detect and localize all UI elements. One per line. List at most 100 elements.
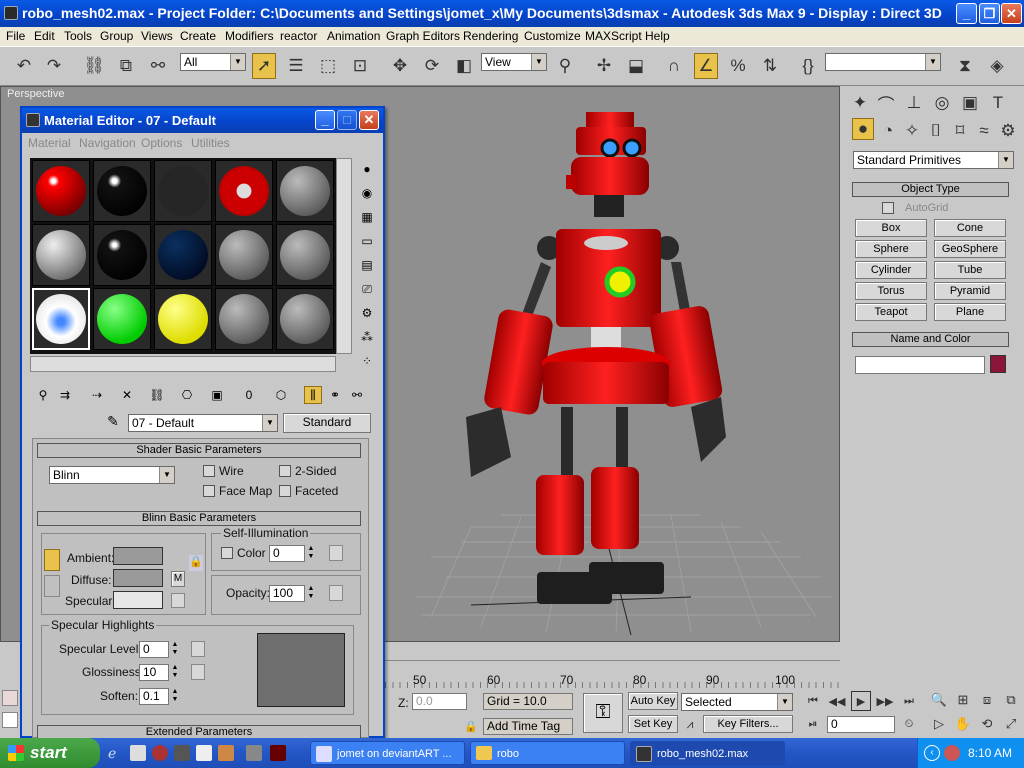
material-editor-close-button[interactable]: ✕ xyxy=(359,110,379,130)
quicklaunch-app-icon[interactable] xyxy=(270,745,286,761)
scale-icon[interactable]: ◧ xyxy=(452,53,476,79)
material-slot[interactable] xyxy=(93,288,151,350)
quicklaunch-app-icon[interactable] xyxy=(196,745,212,761)
glossiness-map-button[interactable] xyxy=(191,664,205,680)
glossiness-spinner[interactable]: ▲ ▼ xyxy=(170,664,180,681)
unlink-icon[interactable]: ⧉ xyxy=(114,53,138,79)
faceted-checkbox[interactable] xyxy=(279,485,291,497)
material-editor-maximize-button[interactable]: □ xyxy=(337,110,357,130)
key-filters-button[interactable]: Key Filters... xyxy=(703,715,793,733)
material-slot[interactable] xyxy=(154,224,212,286)
menu-animation[interactable]: Animation xyxy=(327,29,380,43)
make-unique-icon[interactable]: ⛓ xyxy=(148,386,166,404)
show-desktop-icon[interactable] xyxy=(130,745,146,761)
material-slot-active[interactable] xyxy=(32,288,90,350)
material-effects-channel-icon[interactable]: ▣ xyxy=(208,386,226,404)
previous-frame-icon[interactable]: ◀◀ xyxy=(827,691,847,711)
maxscript-mini-listener[interactable] xyxy=(2,712,18,728)
shapes-icon[interactable]: ◔ xyxy=(876,118,900,144)
get-material-icon[interactable]: ⚲ xyxy=(34,386,52,404)
lock-icon[interactable]: 🔒 xyxy=(189,555,203,571)
material-slot[interactable] xyxy=(276,288,334,350)
align-icon[interactable]: ◈ xyxy=(985,53,1009,79)
percent-snap-icon[interactable]: % xyxy=(726,53,750,79)
bind-space-warp-icon[interactable]: ⚯ xyxy=(146,53,170,79)
play-icon[interactable]: ▶ xyxy=(851,691,871,711)
angle-snap-icon[interactable]: ∠ xyxy=(694,53,718,79)
undo-icon[interactable]: ↶ xyxy=(12,53,36,79)
face-map-checkbox[interactable] xyxy=(203,485,215,497)
z-coordinate-field[interactable]: 0.0 xyxy=(412,693,467,710)
close-button[interactable]: ✕ xyxy=(1001,3,1022,24)
material-slot[interactable] xyxy=(215,288,273,350)
material-slot[interactable] xyxy=(276,224,334,286)
rotate-icon[interactable]: ⟳ xyxy=(420,53,444,79)
default-tangent-icon[interactable]: ⩘ xyxy=(681,714,699,734)
menu-modifiers[interactable]: Modifiers xyxy=(225,29,274,43)
move-icon[interactable]: ✥ xyxy=(388,53,412,79)
tray-app-icon[interactable] xyxy=(944,745,960,761)
object-type-rollout[interactable]: Object Type xyxy=(852,182,1009,197)
go-to-parent-icon[interactable]: ⫼ xyxy=(304,386,322,404)
minimize-button[interactable]: _ xyxy=(956,3,977,24)
key-mode-dropdown[interactable]: Selected ▼ xyxy=(681,693,793,711)
pick-material-icon[interactable]: ⚯ xyxy=(348,386,366,404)
backlight-icon[interactable]: ◉ xyxy=(358,184,376,202)
utilities-tab-icon[interactable]: T xyxy=(986,90,1010,116)
shader-basic-rollout[interactable]: Shader Basic Parameters xyxy=(37,443,361,458)
auto-key-button[interactable]: Auto Key xyxy=(628,692,678,710)
key-mode-toggle-icon[interactable]: ⏯ xyxy=(803,714,823,734)
rectangular-selection-icon[interactable]: ⬚ xyxy=(316,53,340,79)
named-selection-dropdown[interactable]: ▼ xyxy=(825,53,941,71)
teapot-button[interactable]: Teapot xyxy=(855,303,927,321)
taskbar-item-browser[interactable]: jomet on deviantART ... xyxy=(310,741,465,765)
menu-material[interactable]: Material xyxy=(28,136,71,150)
clock[interactable]: 8:10 AM xyxy=(968,746,1012,760)
material-slot[interactable] xyxy=(32,160,90,222)
go-to-start-icon[interactable]: ⏮ xyxy=(803,691,823,711)
menu-help[interactable]: Help xyxy=(645,29,670,43)
space-warps-icon[interactable]: ≈ xyxy=(972,118,996,144)
internet-explorer-icon[interactable]: ℯ xyxy=(108,745,124,761)
reset-map-icon[interactable]: ✕ xyxy=(118,386,136,404)
menu-create[interactable]: Create xyxy=(180,29,216,43)
next-frame-icon[interactable]: ▶▶ xyxy=(875,691,895,711)
field-of-view-icon[interactable]: ▷ xyxy=(929,714,949,734)
put-to-library-icon[interactable]: ⎔ xyxy=(178,386,196,404)
material-slot[interactable] xyxy=(32,224,90,286)
menu-reactor[interactable]: reactor xyxy=(280,29,317,43)
timeline-ruler[interactable]: 50 60 70 80 90 100 xyxy=(385,660,840,688)
cylinder-button[interactable]: Cylinder xyxy=(855,261,927,279)
pivot-center-icon[interactable]: ⚲ xyxy=(553,53,577,79)
box-button[interactable]: Box xyxy=(855,219,927,237)
pan-icon[interactable]: ✋ xyxy=(953,714,973,734)
start-button[interactable]: start xyxy=(0,738,100,768)
quicklaunch-app-icon[interactable] xyxy=(174,745,190,761)
menu-file[interactable]: File xyxy=(6,29,25,43)
select-by-material-icon[interactable]: ⁂ xyxy=(358,328,376,346)
cone-button[interactable]: Cone xyxy=(934,219,1006,237)
lock-diffuse-specular-icon[interactable] xyxy=(44,575,60,597)
specular-level-field[interactable]: 0 xyxy=(139,641,169,658)
options-icon[interactable]: ⚙ xyxy=(358,304,376,322)
menu-maxscript[interactable]: MAXScript xyxy=(585,29,642,43)
wire-checkbox[interactable] xyxy=(203,465,215,477)
slots-vertical-scrollbar[interactable] xyxy=(336,158,352,354)
assign-to-selection-icon[interactable]: ⇢ xyxy=(88,386,106,404)
diffuse-map-button[interactable]: M xyxy=(171,571,185,587)
opacity-spinner[interactable]: ▲ ▼ xyxy=(306,585,316,602)
self-illum-spinner[interactable]: ▲ ▼ xyxy=(306,545,316,562)
menu-group[interactable]: Group xyxy=(100,29,133,43)
lock-ambient-diffuse-icon[interactable] xyxy=(44,549,60,571)
quicklaunch-app-icon[interactable] xyxy=(246,745,262,761)
self-illum-map-button[interactable] xyxy=(329,545,343,561)
motion-tab-icon[interactable]: ◎ xyxy=(930,90,954,116)
systems-icon[interactable]: ⚙ xyxy=(996,118,1020,144)
material-slot[interactable] xyxy=(154,160,212,222)
spinner-snap-icon[interactable]: ⇅ xyxy=(758,53,782,79)
uv-tiling-icon[interactable]: ▭ xyxy=(358,232,376,250)
menu-graph-editors[interactable]: Graph Editors xyxy=(386,29,460,43)
menu-tools[interactable]: Tools xyxy=(64,29,92,43)
two-sided-checkbox[interactable] xyxy=(279,465,291,477)
window-crossing-icon[interactable]: ⊡ xyxy=(348,53,372,79)
